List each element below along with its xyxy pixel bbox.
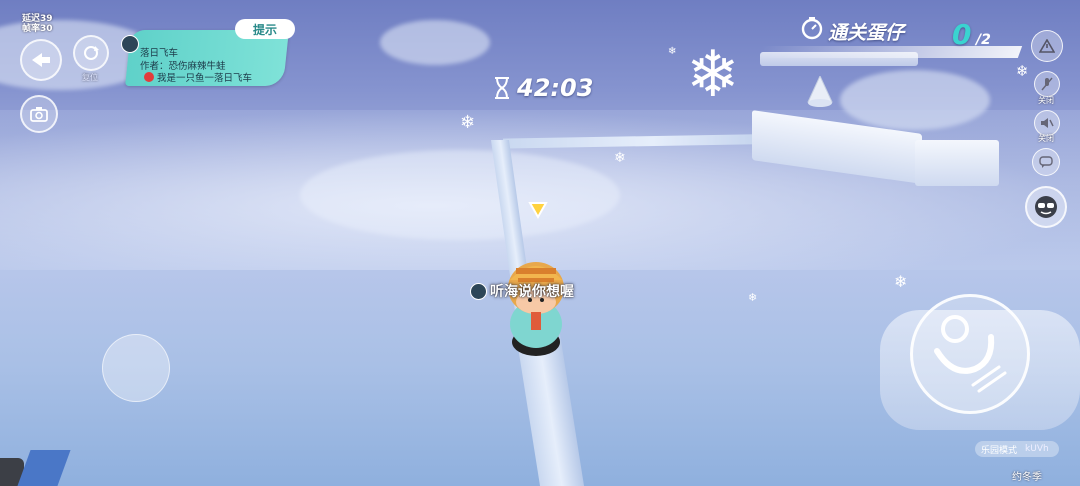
warning-icon — [1039, 39, 1055, 53]
reset-label: 复位 — [82, 73, 98, 82]
chat-bubble-icon — [1039, 156, 1053, 168]
chat-button[interactable] — [1032, 148, 1060, 176]
level-title: 落日飞车 — [140, 48, 179, 59]
reset-button[interactable] — [73, 35, 109, 71]
emote-button[interactable] — [1025, 186, 1067, 228]
hourglass-icon — [495, 77, 509, 99]
camera-icon — [30, 107, 48, 122]
room-code: kUVh — [1025, 444, 1049, 454]
report-button[interactable] — [1031, 30, 1063, 62]
level-song: 我是一只鱼一落日飞车 — [157, 73, 253, 84]
snowflake-icon: ❄ — [614, 150, 626, 166]
snowflake-icon: ❄ — [668, 46, 677, 57]
speaker-label: 关闭 — [1038, 134, 1054, 143]
cone-obstacle — [807, 76, 833, 107]
snowflake-icon: ❄ — [748, 291, 758, 304]
hint-button[interactable]: 提示 — [235, 19, 295, 39]
goal-title: 通关蛋仔 — [828, 22, 905, 44]
goal-count: 0 — [952, 18, 972, 51]
mic-off-icon — [1041, 77, 1053, 91]
back-arrow-icon — [32, 53, 50, 67]
movement-joystick[interactable] — [102, 334, 170, 402]
camera-button[interactable] — [20, 95, 58, 133]
mode-indicator: 乐园模式 kUVh — [975, 441, 1059, 457]
speaker-off-icon — [1041, 118, 1054, 128]
player-badge-icon — [470, 283, 487, 300]
back-button[interactable] — [20, 39, 62, 81]
jump-icon — [934, 315, 1007, 393]
music-icon — [144, 72, 154, 82]
blue-block — [17, 450, 71, 486]
mic-label: 关闭 — [1038, 96, 1054, 105]
jump-action-button[interactable] — [910, 294, 1030, 414]
snowflake-icon: ❄ — [460, 112, 476, 133]
player-marker-icon — [528, 202, 548, 219]
footer-text: 约冬季 — [1012, 472, 1042, 483]
snowflake-icon: ❄ — [686, 38, 740, 112]
player-name: 听海说你想喔 — [490, 284, 574, 300]
player-character — [508, 262, 564, 356]
countdown-timer: 42:03 — [493, 74, 593, 102]
reset-icon — [84, 46, 99, 60]
ice-block — [915, 140, 999, 186]
mic-toggle-button[interactable] — [1034, 71, 1060, 97]
snowflake-icon: ❄ — [894, 272, 908, 291]
snowflake-icon: ❄ — [1016, 62, 1029, 80]
cloud — [380, 20, 490, 65]
sunglasses-face-icon — [1035, 196, 1057, 218]
timer-value: 42:03 — [517, 74, 594, 102]
level-badge-icon — [121, 35, 139, 53]
fps-text: 帧率30 — [22, 24, 53, 34]
mode-label: 乐园模式 — [981, 445, 1018, 456]
stopwatch-icon — [801, 17, 823, 40]
goal-total: /2 — [976, 32, 991, 48]
